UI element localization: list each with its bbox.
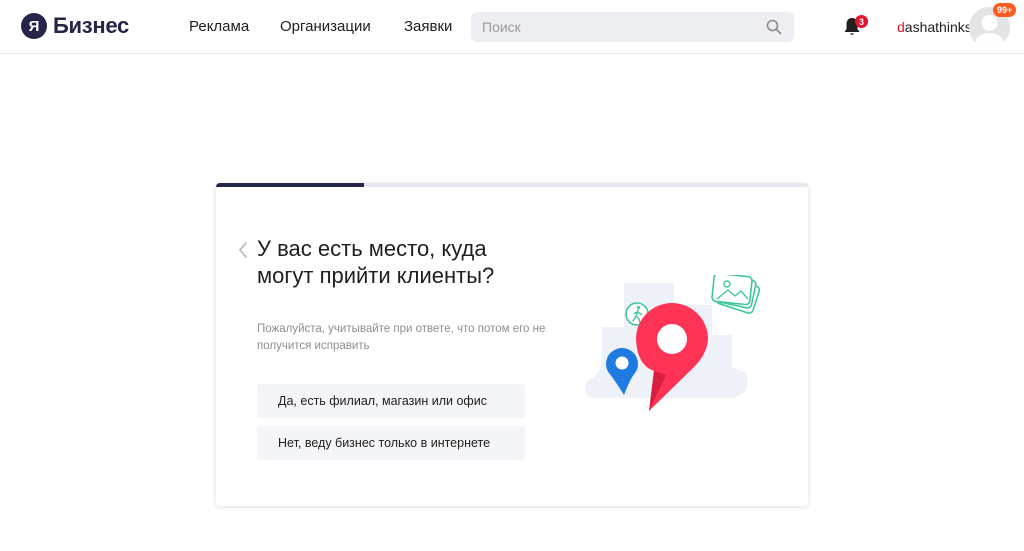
option-label: Да, есть филиал, магазин или офис: [278, 394, 487, 408]
search-input[interactable]: [471, 12, 761, 42]
question-title: У вас есть место, куда могут прийти клие…: [257, 236, 495, 288]
notifications-badge: 3: [855, 15, 868, 28]
yandex-logo-icon: Я: [21, 13, 47, 39]
map-pins-illustration: [585, 275, 761, 411]
yandex-business-logo[interactable]: Я Бизнес: [21, 12, 129, 40]
username-first-letter: d: [897, 19, 905, 35]
search-box: [471, 12, 794, 42]
search-icon[interactable]: [766, 19, 782, 35]
username[interactable]: dashathinks: [897, 19, 972, 35]
option-label: Нет, веду бизнес только в интернете: [278, 436, 491, 450]
option-online-only[interactable]: Нет, веду бизнес только в интернете: [257, 426, 525, 460]
nav-ads[interactable]: Реклама: [189, 18, 249, 35]
avatar-badge: 99+: [993, 3, 1017, 17]
progress-fill: [216, 183, 364, 187]
logo-text: Бизнес: [53, 13, 129, 38]
nav-organizations[interactable]: Организации: [280, 18, 371, 35]
progress-bar: [216, 183, 808, 187]
chevron-left-icon[interactable]: [236, 241, 250, 259]
option-has-location[interactable]: Да, есть филиал, магазин или офис: [257, 384, 525, 418]
question-hint: Пожалуйста, учитывайте при ответе, что п…: [257, 323, 546, 352]
username-rest: ashathinks: [904, 19, 972, 35]
top-header: Я Бизнес Реклама Организации Заявки 3 da…: [0, 0, 1024, 54]
question-card: У вас есть место, куда могут прийти клие…: [216, 183, 808, 506]
photo-cards-icon: [711, 275, 761, 314]
nav-requests[interactable]: Заявки: [404, 18, 452, 35]
